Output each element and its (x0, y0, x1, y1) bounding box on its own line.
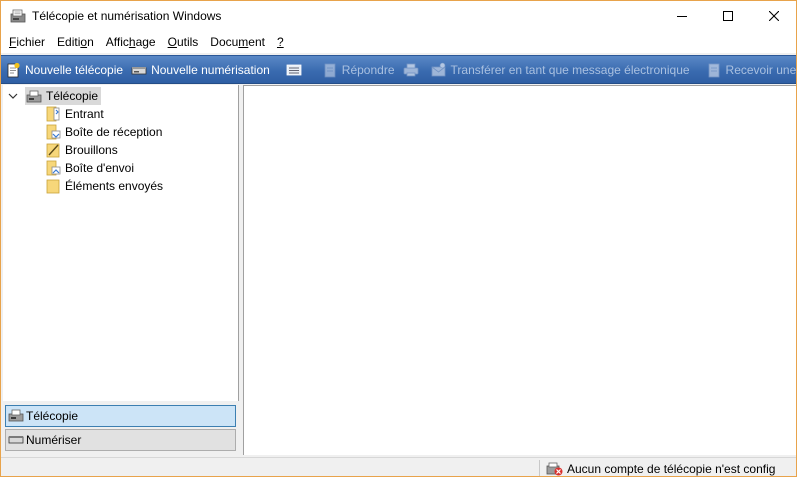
nav-scan-button[interactable]: Numériser (5, 429, 236, 451)
tree-item-label: Éléments envoyés (65, 179, 164, 193)
menu-outils[interactable]: Outils (162, 31, 205, 53)
folder-tree: Télécopie Entrant Boîte de réception Bro… (3, 85, 239, 401)
sent-folder-icon (46, 179, 60, 194)
menu-affichage[interactable]: Affichage (100, 31, 162, 53)
folder-pane: Télécopie Entrant Boîte de réception Bro… (3, 85, 239, 455)
scanner-icon (8, 436, 24, 444)
reply-icon (324, 63, 336, 77)
inbox-folder-icon (46, 124, 61, 140)
minimize-icon (677, 16, 687, 17)
close-icon (769, 11, 779, 21)
status-bar: Aucun compte de télécopie n'est config (1, 457, 796, 476)
menu-edition[interactable]: Edition (51, 31, 100, 53)
fax-machine-icon (8, 409, 24, 422)
fax-error-icon (546, 462, 563, 476)
app-window: Télécopie et numérisation Windows Fichie… (0, 0, 797, 477)
receive-fax-icon (708, 63, 719, 77)
forward-email-button[interactable]: Transférer en tant que message électroni… (427, 56, 694, 83)
status-fax-account: Aucun compte de télécopie n'est config (546, 460, 776, 476)
tree-root-fax[interactable]: Télécopie (7, 87, 102, 105)
window-title: Télécopie et numérisation Windows (32, 9, 222, 23)
fax-app-icon (10, 9, 26, 23)
menu-help[interactable]: ? (271, 31, 290, 53)
tree-item-label: Entrant (65, 107, 104, 121)
title-bar[interactable]: Télécopie et numérisation Windows (1, 1, 796, 31)
scanner-icon (131, 66, 147, 74)
printer-icon (403, 63, 418, 76)
tree-item-label: Boîte d'envoi (65, 161, 135, 175)
minimize-button[interactable] (659, 1, 705, 31)
chevron-down-icon[interactable] (7, 90, 19, 102)
menu-document[interactable]: Document (204, 31, 271, 53)
view-toggle-icon (286, 64, 302, 75)
forward-email-icon (431, 62, 445, 76)
tree-item-label: Brouillons (65, 143, 118, 157)
tree-root-label: Télécopie (46, 89, 99, 103)
drafts-folder-icon (46, 143, 60, 158)
view-switcher: Télécopie Numériser (3, 401, 239, 455)
tree-root-selected: Télécopie (25, 87, 102, 105)
new-scan-button[interactable]: Nouvelle numérisation (127, 56, 274, 83)
view-button[interactable] (282, 56, 310, 83)
menu-fichier[interactable]: Fichier (3, 31, 51, 53)
incoming-folder-icon (46, 106, 60, 122)
nav-fax-button[interactable]: Télécopie (5, 405, 236, 427)
menu-bar: Fichier Edition Affichage Outils Documen… (1, 31, 796, 53)
maximize-button[interactable] (705, 1, 751, 31)
tree-item-inbox[interactable]: Boîte de réception (45, 123, 162, 141)
new-fax-button[interactable]: Nouvelle télécopie (1, 56, 127, 83)
reply-button[interactable]: Répondre (318, 56, 399, 83)
maximize-icon (723, 11, 733, 21)
outbox-folder-icon (46, 160, 61, 176)
fax-machine-icon (26, 90, 42, 103)
tree-item-label: Boîte de réception (65, 125, 163, 139)
tree-item-outbox[interactable]: Boîte d'envoi (45, 159, 134, 177)
status-message: Aucun compte de télécopie n'est config (567, 461, 776, 476)
close-button[interactable] (751, 1, 796, 31)
status-separator (539, 460, 540, 476)
toolbar: Nouvelle télécopie Nouvelle numérisation (1, 55, 796, 84)
document-list-pane[interactable] (243, 85, 796, 455)
new-fax-icon (7, 62, 20, 77)
print-button[interactable] (399, 56, 427, 83)
tree-item-incoming[interactable]: Entrant (45, 105, 104, 123)
tree-item-drafts[interactable]: Brouillons (45, 141, 118, 159)
receive-fax-button[interactable]: Recevoir une t (702, 56, 796, 83)
tree-item-sent[interactable]: Éléments envoyés (45, 177, 163, 195)
